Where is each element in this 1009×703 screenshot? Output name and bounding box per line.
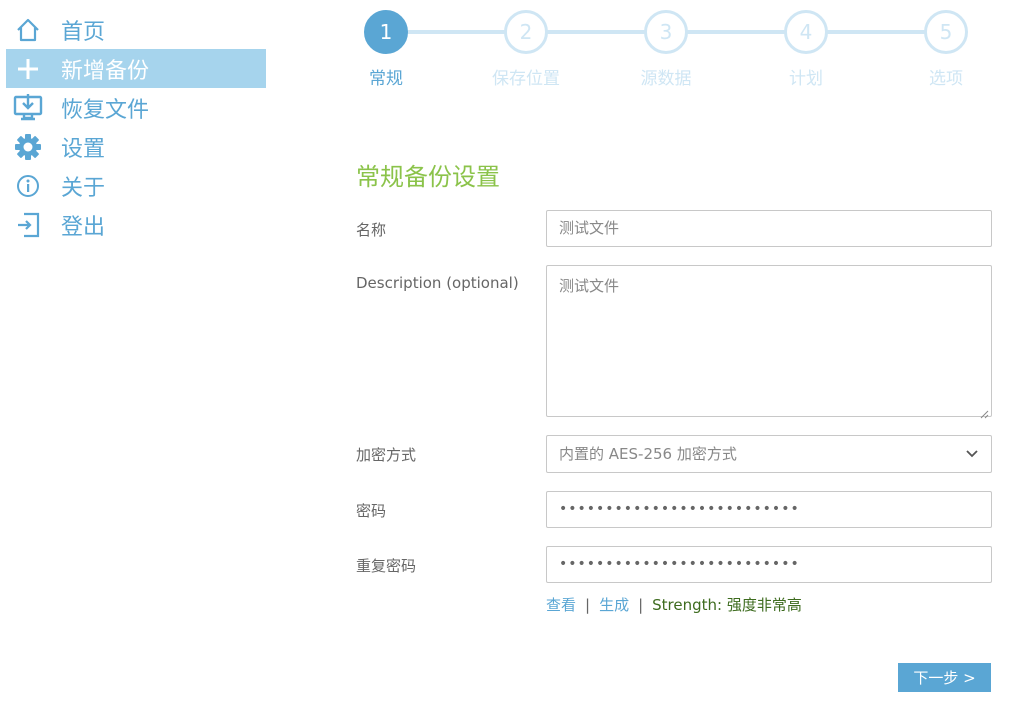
step-options[interactable]: 5 选项 — [876, 10, 1009, 89]
sidebar-item-label: 登出 — [61, 214, 106, 240]
plus-icon — [13, 54, 43, 84]
password-input[interactable]: •••••••••••••••••••••••••• — [546, 491, 992, 528]
step-number: 4 — [784, 10, 828, 54]
description-value: 测试文件 — [559, 277, 620, 295]
sidebar-item-label: 恢复文件 — [61, 97, 150, 123]
resize-grip-icon[interactable] — [979, 404, 989, 419]
separator: | — [638, 596, 644, 614]
step-label: 源数据 — [640, 69, 692, 89]
step-schedule[interactable]: 4 计划 — [736, 10, 876, 89]
logout-icon — [13, 210, 43, 240]
step-label: 计划 — [789, 69, 823, 89]
step-label: 保存位置 — [492, 69, 560, 89]
sidebar-item-logout[interactable]: 登出 — [6, 205, 266, 244]
restore-icon — [13, 93, 43, 123]
step-general[interactable]: 1 常规 — [316, 10, 456, 89]
sidebar-item-label: 首页 — [61, 19, 106, 45]
step-number: 5 — [924, 10, 968, 54]
home-icon — [13, 15, 43, 45]
sidebar-item-label: 新增备份 — [61, 58, 150, 84]
view-password-link[interactable]: 查看 — [546, 596, 576, 614]
info-icon — [13, 171, 43, 201]
password-strength: Strength: 强度非常高 — [652, 596, 802, 614]
sidebar-item-home[interactable]: 首页 — [6, 10, 266, 49]
separator: | — [585, 596, 591, 614]
encryption-label: 加密方式 — [356, 446, 417, 464]
step-number: 2 — [504, 10, 548, 54]
name-input[interactable]: 测试文件 — [546, 210, 992, 247]
page-title: 常规备份设置 — [356, 163, 500, 191]
step-number: 1 — [364, 10, 408, 54]
sidebar-item-about[interactable]: 关于 — [6, 166, 266, 205]
chevron-down-icon — [965, 447, 979, 461]
description-label: Description (optional) — [356, 274, 519, 292]
generate-password-link[interactable]: 生成 — [599, 596, 629, 614]
encryption-select[interactable]: 内置的 AES-256 加密方式 — [546, 435, 992, 473]
next-button[interactable]: 下一步 > — [898, 663, 991, 692]
password-label: 密码 — [356, 502, 387, 520]
sidebar-item-restore[interactable]: 恢复文件 — [6, 88, 266, 127]
gear-icon — [13, 132, 43, 162]
sidebar-item-label: 关于 — [61, 175, 106, 201]
name-label: 名称 — [356, 221, 387, 239]
step-label: 常规 — [369, 69, 403, 89]
description-textarea[interactable]: 测试文件 — [546, 265, 992, 419]
step-label: 选项 — [929, 69, 963, 89]
step-number: 3 — [644, 10, 688, 54]
repeat-password-input[interactable]: •••••••••••••••••••••••••• — [546, 546, 992, 583]
repeat-password-label: 重复密码 — [356, 557, 417, 575]
sidebar-item-label: 设置 — [61, 136, 106, 162]
step-destination[interactable]: 2 保存位置 — [456, 10, 596, 89]
wizard-stepper: 1 常规 2 保存位置 3 源数据 4 计划 5 选项 — [340, 0, 1000, 100]
step-source-data[interactable]: 3 源数据 — [596, 10, 736, 89]
sidebar-item-add-backup[interactable]: 新增备份 — [6, 49, 266, 88]
sidebar-item-settings[interactable]: 设置 — [6, 127, 266, 166]
encryption-value: 内置的 AES-256 加密方式 — [559, 445, 737, 463]
password-links: 查看 | 生成 | Strength: 强度非常高 — [546, 594, 802, 615]
